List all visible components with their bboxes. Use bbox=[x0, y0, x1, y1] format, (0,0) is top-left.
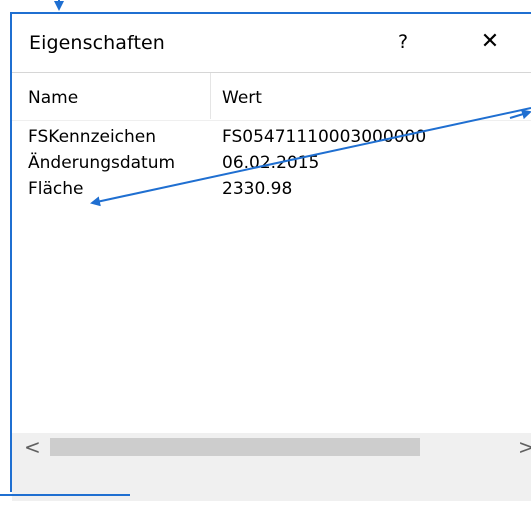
horizontal-scrollbar[interactable]: < > bbox=[12, 433, 531, 461]
scrollbar-thumb[interactable] bbox=[50, 438, 420, 456]
properties-grid: Name Wert FSKennzeichen FS05471110003000… bbox=[12, 72, 531, 501]
scroll-left-icon[interactable]: < bbox=[24, 435, 41, 459]
annotation-underline bbox=[0, 494, 130, 496]
row-name: Änderungsdatum bbox=[28, 153, 176, 173]
close-button[interactable]: ✕ bbox=[476, 28, 504, 56]
title-bar: Eigenschaften ? ✕ bbox=[12, 14, 531, 74]
row-value: 2330.98 bbox=[222, 179, 293, 199]
column-divider[interactable] bbox=[210, 73, 211, 119]
dialog-title: Eigenschaften bbox=[29, 32, 165, 54]
column-header-name[interactable]: Name bbox=[28, 88, 78, 108]
row-value: FS05471110003000000 bbox=[222, 127, 427, 147]
help-button[interactable]: ? bbox=[390, 28, 416, 56]
column-header-value[interactable]: Wert bbox=[222, 88, 262, 108]
properties-dialog: Eigenschaften ? ✕ Name Wert FSKennzeiche… bbox=[10, 12, 531, 501]
row-name: Fläche bbox=[28, 179, 84, 199]
table-row[interactable]: Änderungsdatum 06.02.2015 bbox=[12, 153, 531, 179]
column-header-row: Name Wert bbox=[12, 73, 531, 121]
screenshot-stage: Eigenschaften ? ✕ Name Wert FSKennzeiche… bbox=[0, 0, 531, 505]
scroll-right-icon[interactable]: > bbox=[518, 435, 531, 459]
table-row[interactable]: Fläche 2330.98 bbox=[12, 179, 531, 205]
row-value: 06.02.2015 bbox=[222, 153, 320, 173]
row-name: FSKennzeichen bbox=[28, 127, 157, 147]
table-row[interactable]: FSKennzeichen FS05471110003000000 bbox=[12, 127, 531, 153]
